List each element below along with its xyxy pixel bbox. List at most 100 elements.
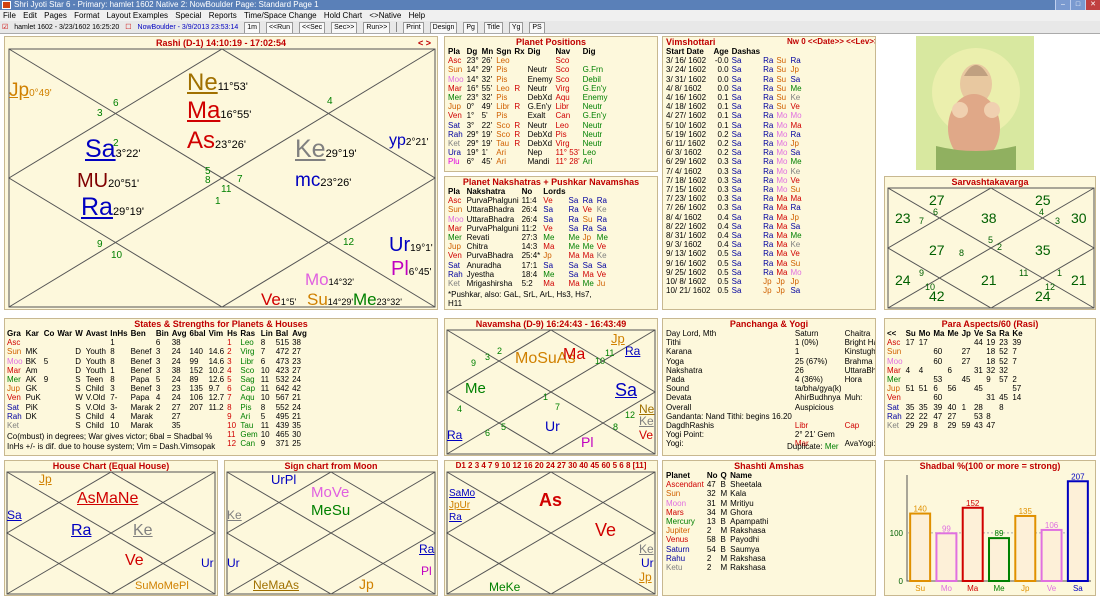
- table-row[interactable]: Plu 6° 45' Ari Mandi 11° 28' Ari: [448, 157, 611, 166]
- menu-format[interactable]: Format: [74, 11, 99, 20]
- table-row[interactable]: Asc 1 6 38 1 Leo 8 515 38: [7, 338, 310, 347]
- table-row[interactable]: Yoga 25 (67%) Brahma: [666, 357, 875, 366]
- table-row[interactable]: Venus 58 B Payodhi: [666, 535, 771, 544]
- chart2-label[interactable]: NowBoulder - 3/9/2013 23:53:14: [138, 21, 239, 33]
- table-row[interactable]: Sun MK D Youth 8 Benef 3 24 140 14.6 2 Virg 7 472 27: [7, 347, 310, 356]
- table-row[interactable]: 5/ 19/ 1602 0.2 Sa Ra Mo Ra: [666, 130, 805, 139]
- table-row[interactable]: Rah DK S Child 4 Marak 27 9 Ari 5 495 21: [7, 412, 310, 421]
- table-row[interactable]: Jup GK S Child 3 Benef 3 23 135 9.7 6 Cap 11 642 42: [7, 384, 310, 393]
- house-chart-panel[interactable]: House Chart (Equal House) Jp Sa AsMaNe R…: [4, 460, 218, 596]
- table-row[interactable]: Ket 29 29 8 29 59 43 47: [887, 421, 1026, 430]
- table-row[interactable]: Jupiter 2 M Rakshasa: [666, 526, 771, 535]
- table-row[interactable]: 8/ 4/ 1602 0.4 Sa Ra Ma Jp: [666, 213, 805, 222]
- print-button[interactable]: Print: [403, 22, 424, 33]
- table-row[interactable]: Ket Mrigashirsha 5:2 Ma Ma Me Ju: [448, 279, 611, 288]
- table-row[interactable]: Moo 60 27 18 52 7: [887, 357, 1026, 366]
- table-row[interactable]: Sat 3° 22' Sco R Neutr Leo Neutr: [448, 121, 611, 130]
- chart1-checkbox[interactable]: ☑: [2, 21, 8, 33]
- step-button[interactable]: 1m: [244, 22, 260, 33]
- table-row[interactable]: Mer Revati 27:3 Me Me Jp Me: [448, 233, 611, 242]
- table-row[interactable]: Rah 22 22 47 27 53 8: [887, 412, 1026, 421]
- menu-time-space[interactable]: Time/Space Change: [244, 11, 317, 20]
- table-row[interactable]: Moo BK 5 D Youth 8 Benef 3 24 99 14.6 3 Libr 6 473 23: [7, 357, 310, 366]
- table-row[interactable]: 6/ 3/ 1602 0.2 Sa Ra Mo Sa: [666, 148, 805, 157]
- table-row[interactable]: 8/ 31/ 1602 0.4 Sa Ra Ma Me: [666, 231, 805, 240]
- table-row[interactable]: Asc 17 17 44 19 23 39: [887, 338, 1026, 347]
- table-row[interactable]: Sat PiK S V.Old 3- Marak 2 27 207 11.2 8 Pis 8 552 24: [7, 403, 310, 412]
- menu-hold-chart[interactable]: Hold Chart: [324, 11, 362, 20]
- navamsha-panel[interactable]: Navamsha (D-9) 16:24:43 - 16:43:49 Jp Ra…: [444, 318, 658, 456]
- table-row[interactable]: Jup 0° 49' Libr R G.En'y Libr Neutr: [448, 102, 611, 111]
- table-row[interactable]: 8/ 22/ 1602 0.4 Sa Ra Ma Sa: [666, 222, 805, 231]
- table-row[interactable]: Mar PurvaPhalguni 11:2 Ve Sa Ra Sa: [448, 224, 611, 233]
- table-row[interactable]: 5/ 10/ 1602 0.1 Sa Ra Mo Ma: [666, 121, 805, 130]
- table-row[interactable]: Moo 14° 32' Pis Enemy Sco Debil: [448, 75, 611, 84]
- ps-button[interactable]: PS: [529, 22, 545, 33]
- sign-moon-panel[interactable]: Sign chart from Moon UrPl MoVe MeSu Ke R…: [224, 460, 438, 596]
- shadbal-bar-ma[interactable]: [961, 506, 984, 583]
- table-row[interactable]: Jup 51 51 6 56 45 57: [887, 384, 1026, 393]
- menu-file[interactable]: File: [3, 11, 16, 20]
- table-row[interactable]: 10/ 8/ 1602 0.5 Sa Jp Jp Jp: [666, 277, 805, 286]
- shadbal-bar-me[interactable]: [988, 537, 1010, 582]
- table-row[interactable]: Mercury 13 B Apampathi: [666, 517, 771, 526]
- varga-chart-panel[interactable]: D1 2 3 4 7 9 10 12 16 20 24 27 30 40 45 …: [444, 460, 658, 596]
- table-row[interactable]: Mars 34 M Ghora: [666, 508, 771, 517]
- shadbal-panel[interactable]: Shadbal %(100 or more = strong) 0 100 140 S…: [884, 460, 1096, 596]
- shadbal-bar-mo[interactable]: [935, 532, 958, 583]
- menu-special[interactable]: Special: [175, 11, 201, 20]
- table-row[interactable]: 3/ 24/ 1602 0.0 Sa Ra Su Jp: [666, 65, 805, 74]
- table-row[interactable]: Day Lord, Mth Saturn Chaitra: [666, 329, 875, 338]
- title-button[interactable]: Title: [483, 22, 503, 33]
- para-aspects-panel[interactable]: Para Aspects/60 (Rasi) << Su Mo Ma Me Jp Ve Sa R…: [884, 318, 1096, 456]
- rashi-chart-panel[interactable]: Rashi (D-1) 14:10:19 - 17:02:54 < > 1 2 …: [4, 36, 438, 310]
- table-row[interactable]: 4/ 18/ 1602 0.1 Sa Ra Su Ve: [666, 102, 805, 111]
- chart1-label[interactable]: hamlet 1602 - 3/23/1602 16:25:20: [14, 21, 119, 33]
- sec-forward-button[interactable]: Sec>>: [331, 22, 358, 33]
- menu-native[interactable]: <>Native: [369, 11, 401, 20]
- table-row[interactable]: 9/ 25/ 1602 0.5 Sa Ra Ma Mo: [666, 268, 805, 277]
- table-row[interactable]: Ketu 2 M Rakshasa: [666, 563, 771, 572]
- table-row[interactable]: Ven 1° 5' Pis Exalt Can G.En'y: [448, 111, 611, 120]
- table-row[interactable]: Sun UttaraBhadra 26:4 Sa Ra Ve Ke: [448, 205, 611, 214]
- table-row[interactable]: Ven PurvaBhadra 25:4* Jp Ma Ma Ke: [448, 251, 611, 260]
- table-row[interactable]: Nakshatra 26 UttaraBhadra: [666, 366, 875, 375]
- shadbal-bar-sa[interactable]: [1066, 480, 1089, 583]
- table-row[interactable]: Pada4 (36%)HoraMar: [666, 375, 875, 384]
- table-row[interactable]: 6/ 11/ 1602 0.2 Sa Ra Mo Jp: [666, 139, 805, 148]
- table-row[interactable]: Moon 31 M Mritiyu: [666, 499, 771, 508]
- shadbal-bar-jp[interactable]: [1014, 514, 1037, 582]
- shadbal-bar-su[interactable]: [909, 512, 932, 582]
- sec-back-button[interactable]: <<Sec: [298, 22, 326, 33]
- table-row[interactable]: Saturn 54 B Saumya: [666, 545, 771, 554]
- minimize-button[interactable]: –: [1055, 0, 1070, 10]
- panchanga-panel[interactable]: Panchanga & Yogi Day Lord, Mth Saturn Chai…: [662, 318, 876, 456]
- table-row[interactable]: 10/ 21/ 1602 0.5 Sa Jp Jp Sa: [666, 286, 805, 295]
- table-row[interactable]: 4/ 8/ 1602 0.0 Sa Ra Su Me: [666, 84, 805, 93]
- table-row[interactable]: 7/ 23/ 1602 0.3 Sa Ra Ma Ma: [666, 194, 805, 203]
- table-row[interactable]: 7/ 26/ 1602 0.3 Sa Ra Ma Ra: [666, 203, 805, 212]
- table-row[interactable]: Sun 60 27 18 52 7: [887, 347, 1026, 356]
- table-row[interactable]: 4/ 27/ 1602 0.1 Sa Ra Mo Mo: [666, 111, 805, 120]
- table-row[interactable]: 3/ 31/ 1602 0.0 Sa Ra Su Sa: [666, 75, 805, 84]
- table-row[interactable]: DagdhRashis Libr Cap: [666, 421, 875, 430]
- strengths-panel[interactable]: States & Strengths for Planets & Houses …: [4, 318, 438, 456]
- table-row[interactable]: 9/ 3/ 1602 0.4 Sa Ra Ma Ke: [666, 240, 805, 249]
- menu-edit[interactable]: Edit: [23, 11, 37, 20]
- table-row[interactable]: Mer 23° 32' Pis DebXd Aqu Enemy: [448, 93, 611, 102]
- table-row[interactable]: Rahu 2 M Rakshasa: [666, 554, 771, 563]
- table-row[interactable]: 6/ 29/ 1602 0.3 Sa Ra Mo Me: [666, 157, 805, 166]
- table-row[interactable]: 3/ 16/ 1602 -0.0 Sa Ra Su Ra: [666, 56, 805, 65]
- table-row[interactable]: Ascendant 47 B Sheetala: [666, 480, 771, 489]
- run-forward-button[interactable]: Run>>: [363, 22, 391, 33]
- table-row[interactable]: Rah Jyestha 18:4 Me Sa Ma Ve: [448, 270, 611, 279]
- table-row[interactable]: Sound ta/bha/gya(k): [666, 384, 875, 393]
- table-row[interactable]: Ket 29° 19' Tau R DebXd Virg Neutr: [448, 139, 611, 148]
- table-row[interactable]: Yogi:MarAvaYogi:Ket: [666, 439, 875, 448]
- menu-pages[interactable]: Pages: [44, 11, 67, 20]
- sarvashtakavarga-panel[interactable]: Sarvashtakavarga 27 6 25 4 23 7 38 30 3 …: [884, 176, 1096, 310]
- table-row[interactable]: 7/ 15/ 1602 0.3 Sa Ra Mo Su: [666, 185, 805, 194]
- table-row[interactable]: Mar Am D Youth 1 Benef 3 38 152 10.2 4 Sco 10 423 27: [7, 366, 310, 375]
- table-row[interactable]: Moo UttaraBhadra 26:4 Sa Ra Su Ra: [448, 215, 611, 224]
- yg-button[interactable]: Yg: [508, 22, 524, 33]
